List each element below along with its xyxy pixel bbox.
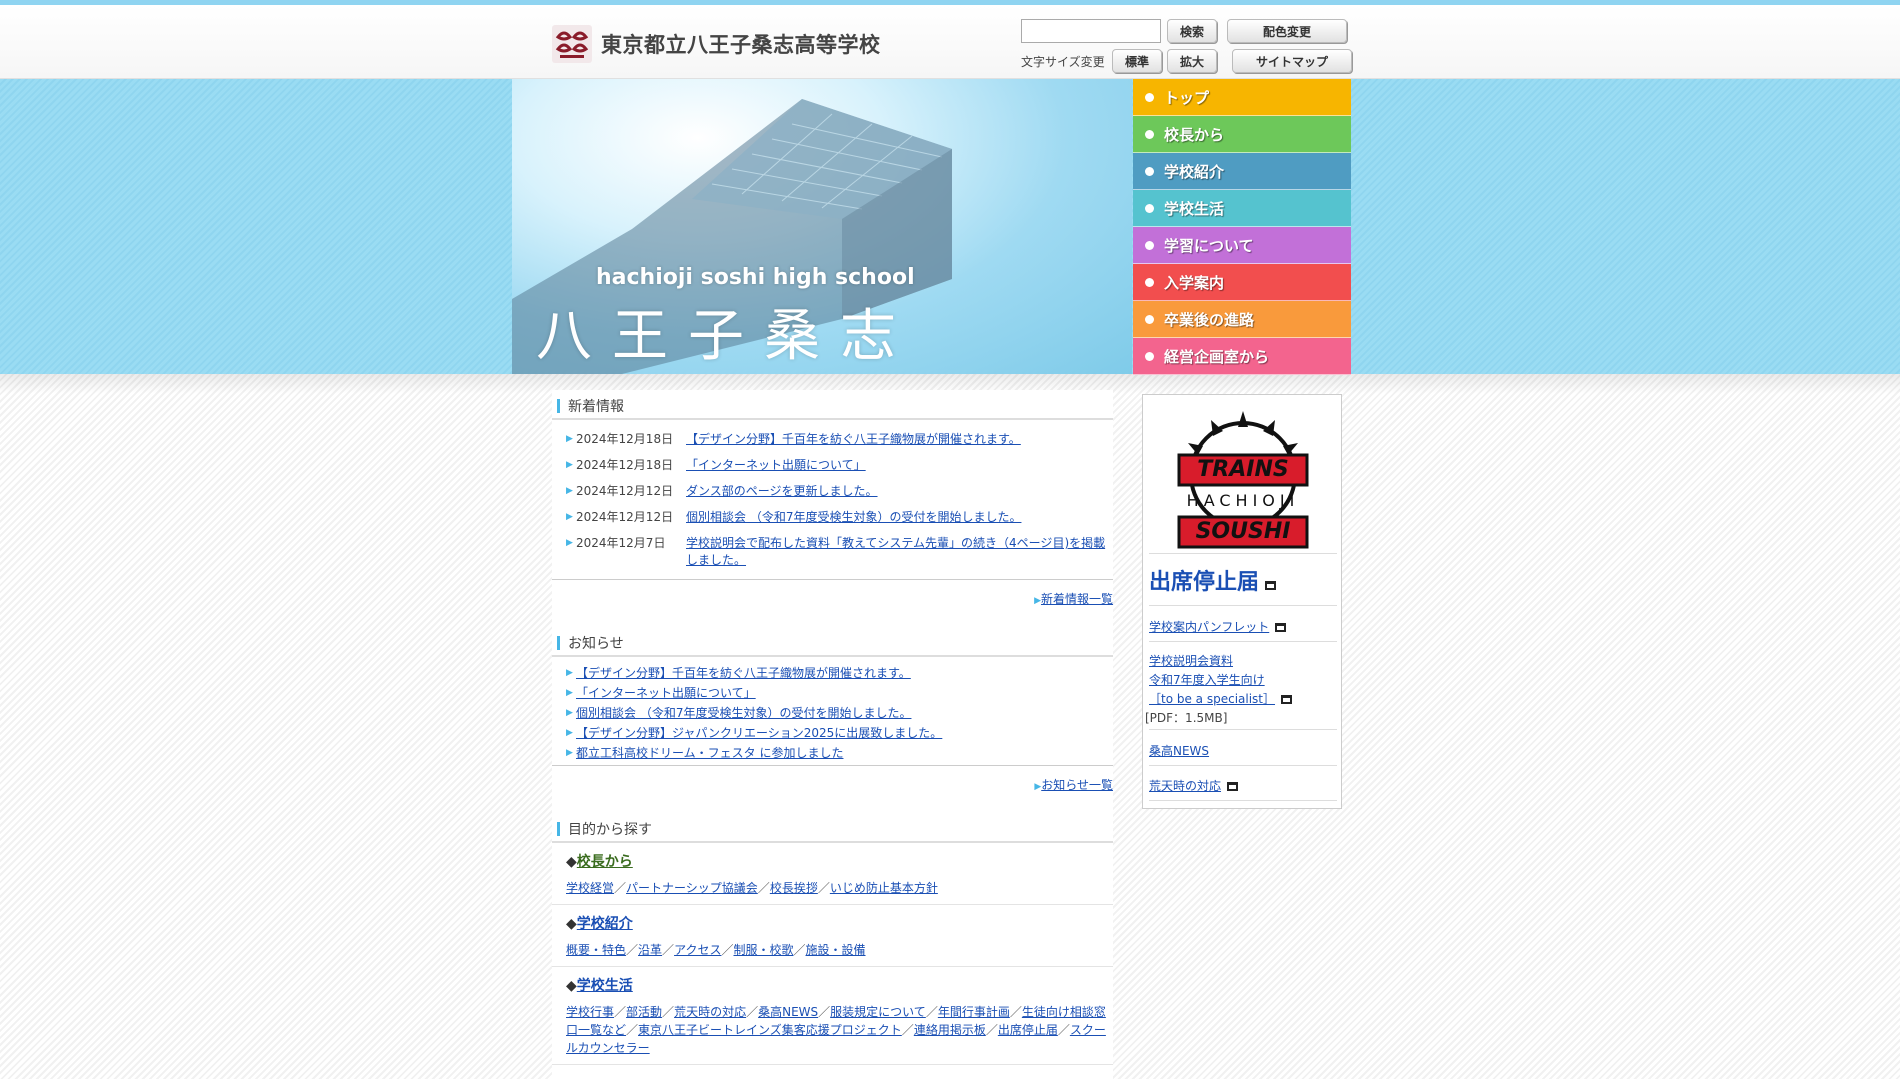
notice-item: ▶ 【デザイン分野】千百年を紡ぐ八王子織物展が開催されます。: [552, 663, 1113, 683]
news-item: ▶ 2024年12月12日 個別相談会 （令和7年度受検生対象）の受付を開始しました…: [552, 509, 1113, 526]
news-item: ▶ 2024年12月7日 学校説明会で配布した資料「教えてシステム先輩」の続き（4ペ…: [566, 535, 1106, 569]
font-normal-button[interactable]: 標準: [1112, 49, 1162, 73]
nav-item-admission[interactable]: 入学案内: [1133, 264, 1351, 301]
new-window-icon: [1227, 782, 1239, 791]
new-window-icon: [1275, 623, 1287, 632]
news-row: 桑高NEWS: [1149, 729, 1337, 765]
news-item: ▶ 2024年12月12日 ダンス部のページを更新しました。: [552, 483, 1113, 500]
notice-item: ▶ 個別相談会 （令和7年度受検生対象）の受付を開始しました。: [552, 703, 1113, 723]
briefing-link-line3[interactable]: ［to be a specialist］: [1149, 692, 1275, 706]
bullet-icon: [1145, 277, 1154, 287]
site-header: 東京都立八王子桑志高等学校 検索 配色変更 文字サイズ変更 標準 拡大 サイトマ…: [0, 5, 1900, 79]
news-link[interactable]: 「インターネット出願について」: [686, 457, 1106, 474]
hero-subtitle: hachioji soshi high school: [596, 265, 915, 290]
briefing-file-size: [PDF：1.5MB]: [1145, 711, 1228, 725]
briefing-link-line1[interactable]: 学校説明会資料: [1149, 654, 1233, 668]
nav-item-top[interactable]: トップ: [1133, 79, 1351, 116]
color-change-button[interactable]: 配色変更: [1227, 19, 1347, 43]
news-heading: 新着情報: [552, 390, 1113, 420]
arrow-icon: ▶: [566, 728, 573, 738]
new-window-icon: [1281, 695, 1293, 704]
notices-heading: お知らせ: [552, 627, 1113, 657]
arrow-icon: ▶: [566, 512, 573, 522]
purpose-heading: 目的から探す: [552, 813, 1113, 843]
nav-item-career[interactable]: 卒業後の進路: [1133, 301, 1351, 338]
banner-text-soushi: SOUSHI: [1195, 519, 1291, 544]
bullet-icon: [1145, 240, 1154, 250]
pamphlet-link[interactable]: 学校案内パンフレット: [1149, 620, 1269, 634]
bullet-icon: [1145, 203, 1154, 213]
briefing-link-line2[interactable]: 令和7年度入学生向け: [1149, 673, 1265, 687]
briefing-row: 学校説明会資料 令和7年度入学生向け ［to be a specialist］ …: [1145, 641, 1337, 729]
soko-news-link[interactable]: 桑高NEWS: [1149, 744, 1209, 758]
arrow-icon: ▶: [1034, 596, 1041, 606]
purpose-section-school-life: ◆学校生活 学校行事／部活動／荒天時の対応／桑高NEWS／服装規定について／年間…: [552, 967, 1113, 1065]
hero-title: 八王子桑志: [536, 304, 916, 369]
news-more: ▶新着情報一覧: [552, 590, 1113, 607]
attendance-link[interactable]: 出席停止届: [1149, 570, 1259, 595]
new-window-icon: [1265, 581, 1277, 590]
main-content: 新着情報 ▶ 2024年12月18日 【デザイン分野】千百年を紡ぐ八王子織物展が開催…: [552, 390, 1113, 1079]
arrow-icon: ▶: [566, 460, 573, 470]
notice-item: ▶ 【デザイン分野】ジャパンクリエーション2025に出展致しました。: [552, 723, 1113, 743]
bullet-icon: [1145, 92, 1154, 102]
diamond-icon: ◆: [566, 916, 577, 932]
purpose-section-principal: ◆校長から 学校経営／パートナーシップ協議会／校長挨拶／いじめ防止基本方針: [552, 843, 1113, 905]
banner-text-hachioji: HACHIOJI: [1186, 491, 1300, 510]
site-title: 東京都立八王子桑志高等学校: [601, 33, 881, 57]
arrow-icon: ▶: [566, 688, 573, 698]
news-link[interactable]: 学校説明会で配布した資料「教えてシステム先輩」の続き（4ページ目)を掲載しました…: [686, 535, 1106, 569]
right-sidebar: TRAINS HACHIOJI SOUSHI 出席停止届 学校案内パンフレット …: [1133, 374, 1351, 1079]
nav-item-about[interactable]: 学校紹介: [1133, 153, 1351, 190]
notices-list: ▶ 【デザイン分野】千百年を紡ぐ八王子織物展が開催されます。 ▶ 「インターネット出…: [552, 657, 1113, 766]
search-input[interactable]: [1021, 19, 1161, 43]
notice-item: ▶ 「インターネット出願について」: [552, 683, 1113, 703]
header-tools: 検索 配色変更 文字サイズ変更 標準 拡大 サイトマップ: [1021, 19, 1353, 75]
diamond-icon: ◆: [566, 854, 577, 870]
nav-item-school-life[interactable]: 学校生活: [1133, 190, 1351, 227]
purpose-section-about: ◆学校紹介 概要・特色／沿革／アクセス／制服・校歌／施設・設備: [552, 905, 1113, 967]
school-emblem-icon: [552, 25, 592, 63]
bullet-icon: [1145, 166, 1154, 176]
sidebar-banner-box: TRAINS HACHIOJI SOUSHI 出席停止届 学校案内パンフレット …: [1142, 394, 1342, 809]
notices-more-link[interactable]: お知らせ一覧: [1041, 778, 1113, 792]
news-more-link[interactable]: 新着情報一覧: [1041, 592, 1113, 606]
arrow-icon: ▶: [566, 434, 573, 444]
bullet-icon: [1145, 314, 1154, 324]
banner-text-trains: TRAINS: [1197, 457, 1289, 482]
bullet-icon: [1145, 351, 1154, 361]
hero-banner: hachioji soshi high school 八王子桑志: [0, 79, 1900, 374]
bullet-icon: [1145, 129, 1154, 139]
hero-image: hachioji soshi high school 八王子桑志: [512, 79, 1132, 374]
arrow-icon: ▶: [566, 486, 573, 496]
notices-more: ▶お知らせ一覧: [552, 776, 1113, 793]
nav-item-principal[interactable]: 校長から: [1133, 116, 1351, 153]
news-link[interactable]: ダンス部のページを更新しました。: [686, 483, 1106, 500]
nav-item-admin-office[interactable]: 経営企画室から: [1133, 338, 1351, 375]
pamphlet-row: 学校案内パンフレット: [1149, 605, 1337, 641]
weather-row: 荒天時の対応: [1149, 765, 1337, 801]
global-nav: トップ 校長から 学校紹介 学校生活 学習について 入学案内 卒業後の進路 経営…: [1133, 79, 1351, 375]
arrow-icon: ▶: [566, 538, 573, 548]
font-large-button[interactable]: 拡大: [1167, 49, 1217, 73]
trains-banner[interactable]: TRAINS HACHIOJI SOUSHI: [1155, 405, 1331, 555]
news-item: ▶ 2024年12月18日 「インターネット出願について」: [552, 457, 1113, 474]
attendance-row: 出席停止届: [1149, 553, 1337, 605]
site-logo[interactable]: 東京都立八王子桑志高等学校: [552, 25, 881, 63]
arrow-icon: ▶: [566, 708, 573, 718]
news-list: ▶ 2024年12月18日 【デザイン分野】千百年を紡ぐ八王子織物展が開催されます。…: [552, 420, 1113, 580]
diamond-icon: ◆: [566, 978, 577, 994]
search-button[interactable]: 検索: [1167, 19, 1217, 43]
arrow-icon: ▶: [566, 668, 573, 678]
nav-item-learning[interactable]: 学習について: [1133, 227, 1351, 264]
weather-link[interactable]: 荒天時の対応: [1149, 779, 1221, 793]
news-link[interactable]: 【デザイン分野】千百年を紡ぐ八王子織物展が開催されます。: [686, 431, 1106, 448]
news-link[interactable]: 個別相談会 （令和7年度受検生対象）の受付を開始しました。: [686, 509, 1106, 526]
arrow-icon: ▶: [566, 748, 573, 758]
sitemap-button[interactable]: サイトマップ: [1232, 49, 1352, 73]
notice-item: ▶ 都立工科高校ドリーム・フェスタ に参加しました: [552, 743, 1113, 763]
font-size-label: 文字サイズ変更: [1021, 55, 1105, 69]
news-item: ▶ 2024年12月18日 【デザイン分野】千百年を紡ぐ八王子織物展が開催されます。: [552, 431, 1113, 448]
